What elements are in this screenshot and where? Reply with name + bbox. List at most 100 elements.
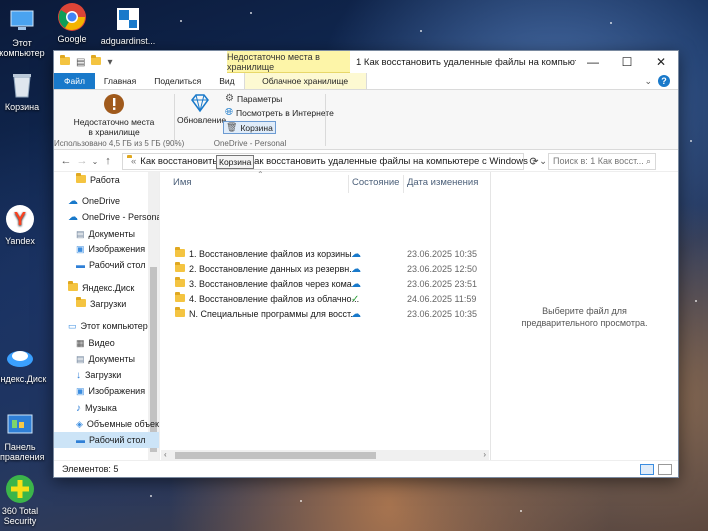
file-name: 2. Восстановление данных из резервн...	[189, 264, 357, 274]
forward-icon[interactable]: →	[74, 155, 90, 167]
navigation-pane[interactable]: Работа ☁ OneDrive ☁ OneDrive - Personal ▤ Доку…	[54, 172, 160, 461]
desktop-icon-360-security[interactable]: 360 Total Security	[0, 474, 46, 526]
folder-icon	[76, 297, 86, 309]
sidebar-item[interactable]: ☁ OneDrive - Personal	[54, 209, 159, 225]
desktop-icon-yandex-disk[interactable]: Яндекс.Диск	[0, 342, 46, 384]
sidebar-item[interactable]: ↓ Загрузки	[54, 367, 159, 383]
back-icon[interactable]: ←	[58, 155, 74, 167]
view-online-button[interactable]: 🌐︎ Посмотреть в Интернете	[225, 107, 334, 118]
update-button[interactable]: Обновление	[177, 93, 227, 125]
qat-dropdown-icon[interactable]: ▾	[107, 57, 112, 68]
sidebar-item[interactable]: ▬ Рабочий стол	[54, 432, 159, 448]
scroll-right-icon[interactable]: ›	[483, 450, 486, 459]
tab-home[interactable]: Главная	[95, 73, 145, 89]
sidebar-item[interactable]: ▭ Этот компьютер	[54, 318, 159, 334]
desktop-icon-control-panel[interactable]: Панель управления	[0, 410, 46, 462]
address-bar[interactable]: « Как восстановить › Как восстановить уд…	[122, 152, 547, 170]
folder-icon	[76, 173, 86, 185]
folder-icon	[175, 292, 185, 304]
large-icons-view-button[interactable]	[658, 463, 672, 475]
sidebar-item-label: Рабочий стол	[89, 435, 146, 445]
column-header-name[interactable]: Имя	[173, 177, 192, 188]
chevron-down-icon[interactable]: ⌄	[644, 76, 652, 87]
trash-icon: 🗑︎	[226, 122, 238, 132]
sidebar-item[interactable]: ▣ Изображения	[54, 241, 159, 257]
desktop-icon-this-pc[interactable]: Этот компьютер	[0, 6, 48, 58]
tab-view[interactable]: Вид	[210, 73, 243, 89]
folder-icon[interactable]	[60, 54, 70, 68]
breadcrumb-item[interactable]: Как восстановить	[140, 156, 217, 167]
scroll-left-icon[interactable]: ‹	[164, 450, 167, 459]
address-dropdown-icon[interactable]: ⌄	[539, 156, 547, 167]
sidebar-item[interactable]: Загрузки	[54, 296, 159, 312]
update-label: Обновление	[177, 115, 227, 125]
sidebar-item[interactable]: ▤ Документы	[54, 351, 159, 367]
pictures-icon: ▣	[76, 385, 85, 396]
desktop-icon-adguard[interactable]: adguardinst...	[98, 4, 158, 46]
table-row[interactable]: 3. Восстановление файлов через кома... ☁ 2…	[161, 276, 489, 292]
desktop-icon: ▬	[76, 435, 85, 445]
breadcrumb-item[interactable]: Как восстановить удаленные файлы на комп…	[249, 156, 528, 167]
sidebar-item[interactable]: ☁ OneDrive	[54, 193, 159, 209]
maximize-button[interactable]: ☐	[610, 55, 644, 69]
details-view-button[interactable]	[640, 463, 654, 475]
table-row[interactable]: 4. Восстановление файлов из облачно... ✓ 2…	[161, 291, 489, 307]
sidebar-item-label: Видео	[88, 338, 115, 348]
recent-locations-icon[interactable]: ⌄	[90, 157, 100, 166]
file-name: 1. Восстановление файлов из корзины	[189, 249, 352, 259]
desktop-icon-recycle-bin[interactable]: Корзина	[0, 70, 48, 112]
yandex-disk-icon	[5, 342, 35, 372]
title-bar: ▤ ▾ Недостаточно места в хранилище 1 Как…	[54, 51, 678, 73]
settings-button[interactable]: ⚙ Параметры	[225, 93, 282, 104]
settings-label: Параметры	[236, 93, 283, 104]
table-row[interactable]: 1. Восстановление файлов из корзины ☁ 23.0…	[161, 246, 489, 262]
yandex-disk-icon	[68, 281, 78, 293]
contextual-tab-header: Недостаточно места в хранилище	[227, 51, 350, 73]
properties-icon[interactable]: ▤	[76, 57, 85, 68]
desktop-icon-label: Панель управления	[0, 442, 45, 462]
computer-icon: ▭	[68, 320, 77, 331]
minimize-button[interactable]: —	[576, 55, 610, 69]
folder-icon	[175, 277, 185, 289]
new-folder-icon[interactable]	[91, 54, 102, 68]
status-bar: Элементов: 5	[54, 460, 678, 477]
desktop-icon-yandex[interactable]: Y Yandex	[0, 204, 46, 246]
sidebar-item[interactable]: ▦ Видео	[54, 335, 159, 351]
sidebar-item[interactable]: ◈Объемные объекты	[54, 416, 159, 432]
file-list[interactable]: ⌃ Имя Состояние Дата изменения ‹ › 1. Во…	[161, 170, 489, 461]
window-title: 1 Как восстановить удаленные файлы на ко…	[356, 56, 576, 68]
up-icon[interactable]: ↑	[100, 155, 116, 167]
tab-cloud-storage[interactable]: Облачное хранилище	[243, 73, 367, 89]
sidebar-item[interactable]: Яндекс.Диск	[54, 280, 159, 296]
file-modified: 23.06.2025 12:50	[407, 264, 478, 274]
breadcrumb-separator: ›	[531, 155, 536, 167]
desktop-icon-google[interactable]: Google	[46, 2, 98, 44]
column-separator[interactable]	[403, 175, 404, 193]
table-row[interactable]: N. Специальные программы для восст... ☁ 23…	[161, 306, 489, 322]
documents-icon: ▤	[76, 353, 85, 364]
quick-access-toolbar: ▤ ▾	[54, 54, 227, 68]
horizontal-scrollbar-thumb[interactable]	[175, 452, 376, 459]
cloud-status-icon: ☁	[351, 278, 361, 290]
sidebar-item[interactable]: ▣ Изображения	[54, 383, 159, 399]
column-header-state[interactable]: Состояние	[352, 177, 399, 188]
sidebar-item[interactable]: ▬ Рабочий стол	[54, 257, 159, 273]
storage-warning-button[interactable]: Недостаточно места в хранилище	[72, 93, 156, 137]
recycle-bin-button[interactable]: 🗑︎ Корзина	[223, 121, 276, 134]
ribbon-group-onedrive: Обновление ⚙ Параметры 🌐︎ Посмотреть в И…	[175, 90, 334, 150]
column-separator[interactable]	[348, 175, 349, 193]
column-header-modified[interactable]: Дата изменения	[407, 177, 478, 188]
sidebar-item-label: Загрузки	[85, 370, 122, 380]
search-input[interactable]: Поиск в: 1 Как восст... ⌕	[548, 152, 656, 170]
tab-share[interactable]: Поделиться	[145, 73, 210, 89]
sidebar-item[interactable]: Работа	[54, 172, 159, 188]
desktop-icon-label: adguardinst...	[100, 36, 156, 46]
sidebar-item[interactable]: ♪ Музыка	[54, 400, 159, 416]
tab-file[interactable]: Файл	[54, 73, 95, 89]
help-icon[interactable]: ?	[658, 75, 670, 87]
file-modified: 24.06.2025 11:59	[407, 294, 477, 304]
sidebar-item[interactable]: ▤ Документы	[54, 226, 159, 242]
table-row[interactable]: 2. Восстановление данных из резервн... ☁ 2…	[161, 261, 489, 277]
close-button[interactable]: ✕	[644, 55, 678, 69]
desktop-icon-label: Google	[57, 34, 87, 44]
